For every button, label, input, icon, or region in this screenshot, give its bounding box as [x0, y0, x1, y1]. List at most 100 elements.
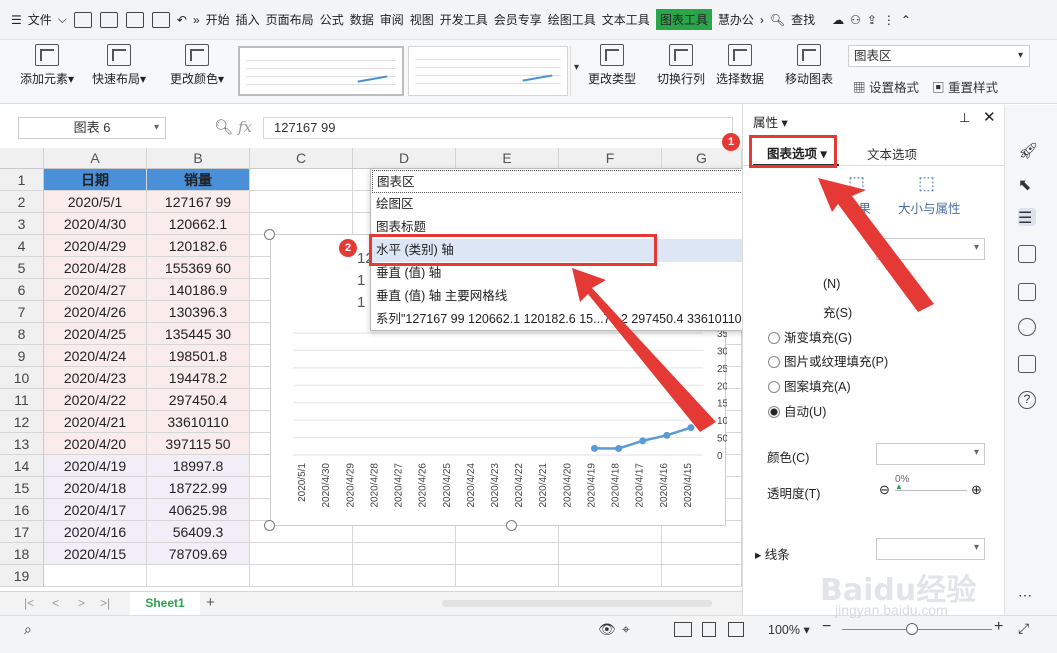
last-sheet-icon[interactable]: >| [100, 596, 110, 610]
sales-cell[interactable]: 397115 50 [147, 433, 250, 455]
page-view-icon[interactable] [702, 622, 716, 637]
close-icon[interactable]: ✕ [983, 108, 996, 126]
plus-icon[interactable]: ⊕ [971, 482, 982, 498]
row-header[interactable]: 2 [0, 191, 44, 213]
quick-layout-button[interactable]: 快速布局▾ [92, 44, 146, 87]
radio-pattern[interactable] [768, 381, 780, 393]
sales-cell[interactable]: 18722.99 [147, 477, 250, 499]
line-combo[interactable] [876, 538, 985, 560]
normal-view-icon[interactable] [674, 622, 692, 637]
header-sales[interactable]: 销量 [147, 169, 250, 191]
undo-icon[interactable]: ↶ [177, 13, 187, 27]
effect-icon[interactable]: ⬚ [848, 173, 865, 194]
row-header[interactable]: 1 [0, 169, 44, 191]
rocket-icon[interactable]: 🚀︎ [1018, 141, 1038, 160]
sales-cell[interactable]: 135445 30 [147, 323, 250, 345]
file-menu[interactable]: 文件 [28, 11, 52, 28]
image-icon[interactable] [1018, 283, 1036, 301]
date-cell[interactable]: 2020/5/1 [44, 191, 147, 213]
size-properties-tab[interactable]: 大小与属性 [898, 198, 961, 217]
zoom-slider-thumb[interactable] [906, 623, 918, 635]
row-header[interactable]: 6 [0, 279, 44, 301]
change-color-button[interactable]: 更改颜色▾ [170, 44, 224, 87]
date-cell[interactable]: 2020/4/23 [44, 367, 147, 389]
switch-row-col-button[interactable]: 切换行列 [657, 44, 705, 87]
locate-icon[interactable]: ⌖ [622, 621, 630, 638]
chevron-down-icon[interactable]: ⌵ [58, 12, 67, 27]
resize-handle-top-left[interactable] [264, 229, 275, 240]
row-header[interactable]: 19 [0, 565, 44, 587]
tab-home[interactable]: 开始 [206, 11, 230, 28]
tab-smart-office[interactable]: 慧办公 [718, 11, 754, 28]
date-cell[interactable]: 2020/4/15 [44, 543, 147, 565]
fill-picture-option[interactable]: 图片或纹理填充(P) [768, 351, 888, 370]
radio-gradient[interactable] [768, 332, 780, 344]
name-box[interactable]: 图表 6 ▾ [18, 117, 166, 139]
sales-cell[interactable]: 120182.6 [147, 235, 250, 257]
row-header[interactable]: 12 [0, 411, 44, 433]
date-cell[interactable]: 2020/4/29 [44, 235, 147, 257]
zoom-level[interactable]: 100% ▾ [768, 622, 810, 637]
zoom-icon[interactable]: 🔍︎ [214, 118, 233, 136]
row-header[interactable]: 4 [0, 235, 44, 257]
more-options-icon[interactable]: ⋮ [883, 13, 895, 27]
tab-data[interactable]: 数据 [350, 11, 374, 28]
row-header[interactable]: 11 [0, 389, 44, 411]
chart-style-2[interactable] [408, 46, 568, 96]
row-header[interactable]: 3 [0, 213, 44, 235]
sales-cell[interactable]: 130396.3 [147, 301, 250, 323]
empty-cell[interactable] [147, 565, 250, 587]
color-picker[interactable] [876, 443, 985, 465]
print-preview-icon[interactable] [151, 11, 170, 28]
shape-icon[interactable] [1018, 245, 1036, 263]
tab-formula[interactable]: 公式 [320, 11, 344, 28]
tab-chart-tools[interactable]: 图表工具 [655, 9, 712, 30]
tab-view[interactable]: 视图 [410, 11, 434, 28]
empty-cell[interactable] [250, 543, 353, 565]
empty-cell[interactable] [44, 565, 147, 587]
fill-none-label[interactable]: (N) [823, 277, 840, 291]
minus-icon[interactable]: ⊖ [879, 482, 890, 498]
tab-insert[interactable]: 插入 [236, 11, 260, 28]
share-icon[interactable]: ⇪ [867, 13, 877, 27]
resize-handle-bottom-center[interactable] [506, 520, 517, 531]
tab-text-options[interactable]: 文本选项 [867, 144, 917, 163]
date-cell[interactable]: 2020/4/25 [44, 323, 147, 345]
select-data-button[interactable]: 选择数据 [716, 44, 764, 87]
empty-cell[interactable] [559, 543, 662, 565]
book-icon[interactable] [1018, 355, 1036, 373]
fill-auto-option[interactable]: 自动(U) [768, 401, 826, 420]
column-header-e[interactable]: E [456, 148, 559, 169]
macro-icon[interactable]: ⌕ [24, 621, 32, 638]
move-chart-button[interactable]: 移动图表 [785, 44, 833, 87]
tab-review[interactable]: 审阅 [380, 11, 404, 28]
empty-cell[interactable] [250, 191, 353, 213]
fill-gradient-option[interactable]: 渐变填充(G) [768, 327, 852, 346]
properties-icon[interactable]: ☰ [1018, 208, 1036, 227]
column-header-c[interactable]: C [250, 148, 353, 169]
empty-cell[interactable] [353, 565, 456, 587]
sheet-tab-sheet1[interactable]: Sheet1 [130, 592, 200, 615]
horizontal-scrollbar[interactable] [442, 600, 712, 607]
date-cell[interactable]: 2020/4/30 [44, 213, 147, 235]
row-header[interactable]: 17 [0, 521, 44, 543]
select-all-corner[interactable] [0, 148, 44, 169]
row-header[interactable]: 9 [0, 345, 44, 367]
collapse-icon[interactable]: ⌃ [901, 13, 911, 27]
sales-cell[interactable]: 127167 99 [147, 191, 250, 213]
sales-cell[interactable]: 40625.98 [147, 499, 250, 521]
sales-cell[interactable]: 155369 60 [147, 257, 250, 279]
sales-cell[interactable]: 120662.1 [147, 213, 250, 235]
sales-cell[interactable]: 78709.69 [147, 543, 250, 565]
date-cell[interactable]: 2020/4/16 [44, 521, 147, 543]
date-cell[interactable]: 2020/4/26 [44, 301, 147, 323]
empty-cell[interactable] [250, 169, 353, 191]
empty-cell[interactable] [250, 565, 353, 587]
chart-element-select[interactable]: 图表区 ▾ [848, 45, 1030, 67]
header-date[interactable]: 日期 [44, 169, 147, 191]
row-header[interactable]: 5 [0, 257, 44, 279]
help-icon[interactable]: ? [1018, 391, 1036, 409]
sales-cell[interactable]: 297450.4 [147, 389, 250, 411]
tab-page-layout[interactable]: 页面布局 [266, 11, 314, 28]
panel-title[interactable]: 属性 ▾ [753, 112, 788, 131]
